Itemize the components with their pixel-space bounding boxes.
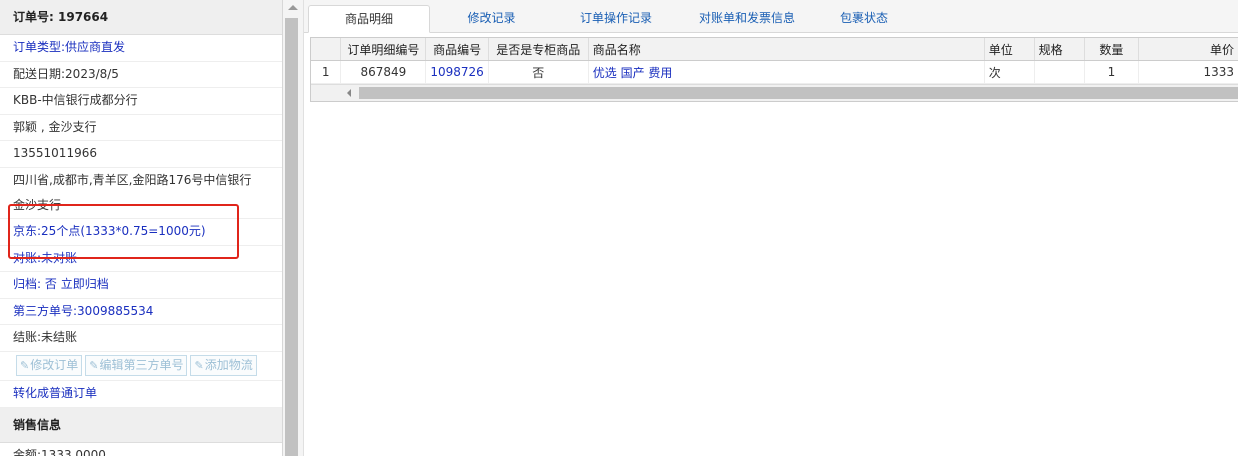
col-unit-price[interactable]: 单价 <box>1138 38 1238 61</box>
col-is-counter-product[interactable]: 是否是专柜商品 <box>488 38 589 61</box>
archive-value: 否 <box>44 277 57 292</box>
col-unit[interactable]: 单位 <box>984 38 1035 61</box>
reconcile-status: 对账:未对账 <box>0 246 282 273</box>
cell-quantity: 1 <box>1084 60 1140 84</box>
order-number: 197664 <box>58 10 109 24</box>
cell-is-counter-product: 否 <box>488 60 589 84</box>
scroll-left-arrow-icon[interactable] <box>347 89 351 97</box>
order-type: 订单类型:供应商直发 <box>0 35 282 62</box>
col-row-number <box>311 38 342 61</box>
product-detail-table: 订单明细编号 商品编号 是否是专柜商品 商品名称 单位 规格 数量 单价 1 8… <box>311 38 1238 84</box>
edit-third-party-number-button[interactable]: ✎ 编辑第三方单号 <box>85 355 188 377</box>
col-product-id[interactable]: 商品编号 <box>425 38 489 61</box>
order-info-panel: 订单号: 197664 订单类型:供应商直发 配送日期:2023/8/5 KBB… <box>0 0 283 456</box>
col-spec[interactable]: 规格 <box>1034 38 1085 61</box>
tab-product-details[interactable]: 商品明细 <box>308 5 430 33</box>
cell-product-id-link[interactable]: 1098726 <box>425 60 489 84</box>
settlement-status: 结账:未结账 <box>0 325 282 352</box>
table-row[interactable]: 1 867849 1098726 否 优选 国产 费用 次 1 1333 <box>311 60 1238 84</box>
delivery-address: 四川省,成都市,青羊区,金阳路176号中信银行金沙支行 <box>0 168 282 219</box>
horizontal-scrollbar-thumb[interactable] <box>359 87 1238 99</box>
jd-commission: 京东:25个点(1333*0.75=1000元) <box>0 219 282 246</box>
col-product-name[interactable]: 商品名称 <box>588 38 985 61</box>
tab-statement-invoice[interactable]: 对账单和发票信息 <box>682 5 812 31</box>
archive-status: 归档: 否 立即归档 <box>0 272 282 299</box>
cell-product-name-link[interactable]: 优选 国产 费用 <box>588 60 985 84</box>
table-header-row: 订单明细编号 商品编号 是否是专柜商品 商品名称 单位 规格 数量 单价 <box>311 38 1238 61</box>
archive-label: 归档: <box>13 277 42 292</box>
tab-package-status[interactable]: 包裹状态 <box>824 5 904 31</box>
archive-now-link[interactable]: 立即归档 <box>61 277 109 291</box>
cell-unit-price: 1333 <box>1138 60 1238 84</box>
sales-info-header: 销售信息 <box>0 407 282 443</box>
horizontal-scrollbar[interactable] <box>311 84 1238 101</box>
tab-order-operation-log[interactable]: 订单操作记录 <box>566 5 666 31</box>
edit-icon: ✎ <box>20 359 30 373</box>
edit-icon: ✎ <box>194 359 204 373</box>
customer-name: KBB-中信银行成都分行 <box>0 88 282 115</box>
scroll-up-arrow-icon[interactable] <box>288 5 298 10</box>
col-quantity[interactable]: 数量 <box>1084 38 1140 61</box>
convert-to-normal-order-link[interactable]: 转化成普通订单 <box>0 381 282 408</box>
order-number-header: 订单号: 197664 <box>0 0 282 35</box>
left-panel-scrollbar[interactable] <box>283 0 304 456</box>
tab-bar: 商品明细 修改记录 订单操作记录 对账单和发票信息 包裹状态 <box>304 0 1238 33</box>
action-buttons: ✎ 修改订单 ✎ 编辑第三方单号 ✎ 添加物流 <box>0 352 282 381</box>
cell-unit: 次 <box>984 60 1035 84</box>
detail-panel: 商品明细 修改记录 订单操作记录 对账单和发票信息 包裹状态 订单明细编号 商品… <box>304 0 1238 456</box>
third-party-order-number: 第三方单号:3009885534 <box>0 299 282 326</box>
cell-row-number: 1 <box>311 60 342 84</box>
col-detail-id[interactable]: 订单明细编号 <box>340 38 427 61</box>
order-amount: 金额:1333.0000 <box>0 443 282 456</box>
contact-phone: 13551011966 <box>0 141 282 168</box>
order-number-label: 订单号: <box>13 10 54 24</box>
product-detail-grid: 订单明细编号 商品编号 是否是专柜商品 商品名称 单位 规格 数量 单价 1 8… <box>310 37 1238 102</box>
contact-person: 郭颖 , 金沙支行 <box>0 115 282 142</box>
edit-order-button[interactable]: ✎ 修改订单 <box>16 355 83 377</box>
scrollbar-thumb[interactable] <box>285 18 298 456</box>
edit-icon: ✎ <box>89 359 99 373</box>
add-logistics-button[interactable]: ✎ 添加物流 <box>190 355 257 377</box>
tab-modification-history[interactable]: 修改记录 <box>444 5 539 31</box>
delivery-date: 配送日期:2023/8/5 <box>0 62 282 89</box>
cell-detail-id: 867849 <box>340 60 427 84</box>
cell-spec <box>1034 60 1085 84</box>
